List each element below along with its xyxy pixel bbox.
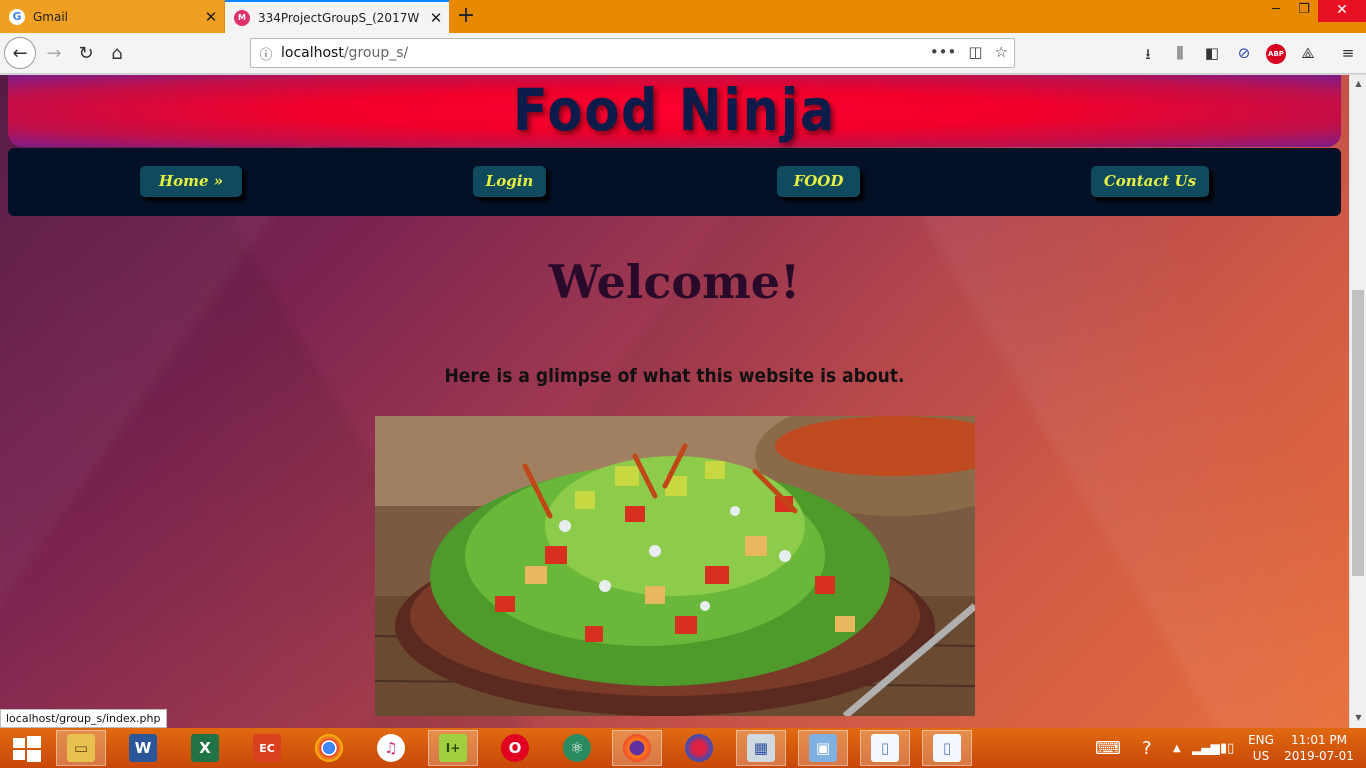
tab-title: 334ProjectGroupS_(2017W 03-6 [258, 10, 423, 25]
remote-desktop-icon: ▣ [809, 734, 837, 762]
url-path: /group_s/ [343, 45, 409, 61]
clock-time: 11:01 PM [1291, 733, 1347, 747]
keyboard-icon[interactable]: ⌨ [1095, 728, 1121, 768]
windows-taskbar: ▭ W X EC ♫ I+ O ⚛ ▦ ▣ ▯ ▯ ⌨ ? ▲ ▂▄▆ ▮▯ E… [0, 728, 1366, 768]
clock-date: 2019-07-01 [1284, 749, 1354, 763]
taskbar-document-2[interactable]: ▯ [922, 730, 972, 766]
taskbar-firefox[interactable] [612, 730, 662, 766]
region-code: US [1252, 749, 1270, 763]
close-window-button[interactable]: ✕ [1318, 0, 1366, 22]
menu-login-button[interactable]: Login [473, 166, 546, 197]
reload-button[interactable]: ↻ [70, 37, 102, 69]
language-indicator[interactable]: ENG US [1246, 732, 1276, 764]
atom-icon: ⚛ [563, 734, 591, 762]
tab-strip: G Gmail ✕ M 334ProjectGroupS_(2017W 03-6… [0, 0, 1366, 33]
library-icon[interactable]: ⫼ [1170, 44, 1190, 64]
firefox-icon [623, 734, 651, 762]
scroll-thumb[interactable] [1352, 290, 1364, 576]
more-actions-icon[interactable]: ••• [930, 43, 957, 61]
chart-monitor-icon: ▦ [747, 734, 775, 762]
taskbar-itunes[interactable]: ♫ [366, 730, 416, 766]
pocket-icon[interactable]: ◫ [968, 43, 982, 61]
restore-button[interactable]: ❐ [1290, 0, 1318, 22]
taskbar-swirl-app[interactable] [674, 730, 724, 766]
salad-photo [375, 416, 975, 716]
adblock-icon[interactable]: ABP [1266, 44, 1286, 64]
extension-icon[interactable]: ⟁ [1298, 44, 1318, 64]
battery-icon[interactable]: ▮▯ [1220, 728, 1234, 768]
taskbar-word[interactable]: W [118, 730, 168, 766]
swirl-app-icon [685, 734, 713, 762]
block-icon[interactable]: ⊘ [1234, 44, 1254, 64]
tray-expand-icon[interactable]: ▲ [1173, 728, 1181, 768]
taskbar-recorder[interactable]: EC [242, 730, 292, 766]
taskbar-monitor-app[interactable]: ▦ [736, 730, 786, 766]
itunes-icon: ♫ [377, 734, 405, 762]
download-icon[interactable]: ⭳ [1138, 44, 1158, 64]
page-viewport: Food Ninja Home » Login FOOD Contact Us … [0, 75, 1349, 728]
taskbar-file-explorer[interactable]: ▭ [56, 730, 106, 766]
google-icon: G [9, 8, 25, 25]
help-icon[interactable]: ? [1142, 728, 1152, 768]
minimize-button[interactable]: ─ [1262, 0, 1290, 22]
menu-contact-button[interactable]: Contact Us [1091, 166, 1209, 197]
chrome-icon [315, 734, 343, 762]
taskbar-remote-desktop[interactable]: ▣ [798, 730, 848, 766]
tab-title: Gmail [33, 9, 69, 24]
tab-gmail[interactable]: G Gmail ✕ [0, 0, 224, 33]
notepad-plus-icon: I+ [439, 734, 467, 762]
salad-illustration [375, 416, 975, 716]
address-bar[interactable]: ⓘ localhost/group_s/ ••• ◫ ☆ [250, 38, 1015, 68]
taskbar-document-1[interactable]: ▯ [860, 730, 910, 766]
folder-icon: ▭ [67, 734, 95, 762]
forward-button[interactable]: → [38, 37, 70, 69]
taskbar-opera[interactable]: O [490, 730, 540, 766]
taskbar-notepad-plus[interactable]: I+ [428, 730, 478, 766]
opera-icon: O [501, 734, 529, 762]
main-menu: Home » Login FOOD Contact Us [8, 148, 1341, 216]
intro-text: Here is a glimpse of what this website i… [444, 365, 905, 387]
home-button[interactable]: ⌂ [101, 37, 133, 69]
network-icon[interactable]: ▂▄▆ [1192, 728, 1220, 768]
site-title: Food Ninja [512, 76, 837, 144]
taskbar-atom[interactable]: ⚛ [552, 730, 602, 766]
menu-food-button[interactable]: FOOD [777, 166, 860, 197]
start-button[interactable] [0, 728, 52, 768]
bookmark-star-icon[interactable]: ☆ [995, 43, 1008, 61]
language-code: ENG [1248, 733, 1274, 747]
document-icon: ▯ [933, 734, 961, 762]
screen-recorder-icon: EC [253, 734, 281, 762]
scroll-up-icon[interactable]: ▲ [1350, 79, 1366, 88]
new-tab-button[interactable]: + [452, 3, 480, 31]
menu-hamburger-icon[interactable]: ≡ [1338, 44, 1358, 64]
windows-logo-icon [13, 736, 41, 762]
excel-icon: X [191, 734, 219, 762]
nav-toolbar: ← → ↻ ⌂ ⓘ localhost/group_s/ ••• ◫ ☆ ⭳ ⫼… [0, 33, 1366, 74]
word-icon: W [129, 734, 157, 762]
tab-project[interactable]: M 334ProjectGroupS_(2017W 03-6 ✕ [225, 0, 449, 33]
back-button[interactable]: ← [4, 37, 36, 69]
scroll-down-icon[interactable]: ▼ [1350, 713, 1366, 722]
sidebar-icon[interactable]: ◧ [1202, 44, 1222, 64]
system-clock[interactable]: 11:01 PM 2019-07-01 [1284, 732, 1354, 764]
document-icon: ▯ [871, 734, 899, 762]
page-scrollbar[interactable]: ▲ ▼ [1349, 75, 1366, 728]
close-tab-icon[interactable]: ✕ [423, 9, 449, 27]
url-host: localhost [281, 45, 344, 61]
taskbar-chrome[interactable] [304, 730, 354, 766]
close-tab-icon[interactable]: ✕ [198, 8, 224, 26]
project-favicon-icon: M [234, 9, 250, 26]
status-link-preview: localhost/group_s/index.php [0, 709, 167, 728]
info-icon[interactable]: ⓘ [251, 44, 281, 63]
site-header: Food Ninja [8, 75, 1341, 147]
taskbar-excel[interactable]: X [180, 730, 230, 766]
welcome-heading: Welcome! [548, 255, 801, 309]
menu-home-button[interactable]: Home » [140, 166, 242, 197]
